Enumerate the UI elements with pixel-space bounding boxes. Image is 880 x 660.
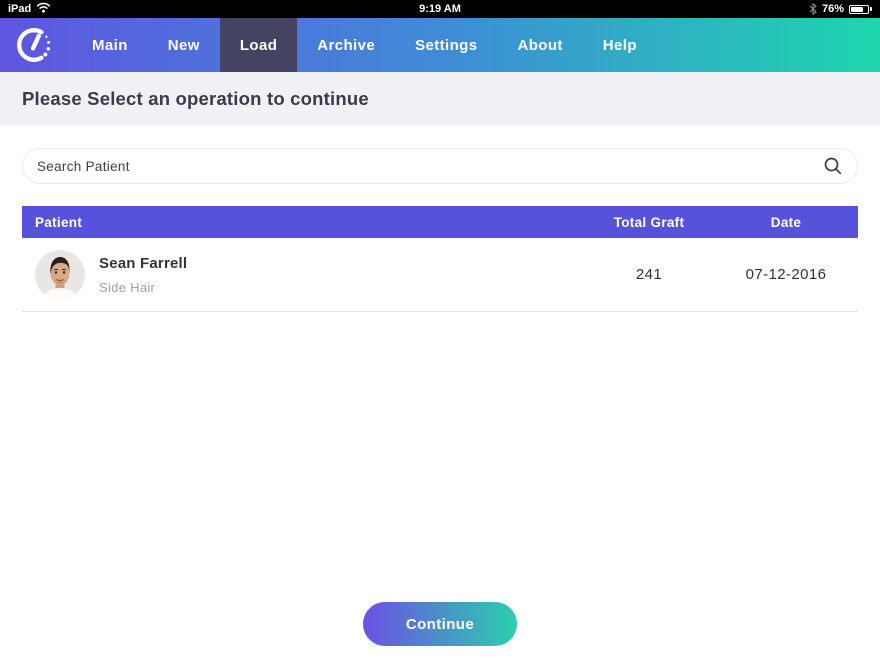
page-title: Please Select an operation to continue [22, 88, 369, 110]
nav-item-main[interactable]: Main [72, 18, 148, 72]
continue-button[interactable]: Continue [363, 602, 517, 646]
patient-text: Sean Farrell Side Hair [99, 255, 187, 295]
nav-item-new-label: New [168, 37, 200, 54]
nav-item-load[interactable]: Load [220, 18, 297, 72]
search-icon[interactable] [823, 156, 843, 176]
status-bar: iPad 9:19 AM 76% [0, 0, 880, 18]
patient-total-graft: 241 [584, 266, 714, 283]
nav-item-about[interactable]: About [497, 18, 582, 72]
patient-table: Patient Total Graft Date [22, 206, 858, 312]
search-input[interactable] [37, 159, 823, 174]
column-header-total-graft: Total Graft [584, 215, 714, 230]
nav-item-archive[interactable]: Archive [297, 18, 395, 72]
patient-avatar [35, 250, 85, 300]
patient-date: 07-12-2016 [714, 266, 858, 283]
heading-band: Please Select an operation to continue [0, 72, 880, 126]
patient-table-header: Patient Total Graft Date [22, 206, 858, 238]
nav-item-load-label: Load [240, 37, 277, 54]
nav-item-about-label: About [517, 37, 562, 54]
app-logo-timer-icon [12, 23, 56, 67]
nav-item-archive-label: Archive [317, 37, 375, 54]
status-time: 9:19 AM [0, 3, 880, 15]
search-bar [22, 148, 858, 184]
content-area: Patient Total Graft Date [0, 126, 880, 312]
column-header-patient: Patient [22, 215, 584, 230]
nav-item-settings-label: Settings [415, 37, 477, 54]
nav-item-main-label: Main [92, 37, 128, 54]
nav-item-new[interactable]: New [148, 18, 220, 72]
nav-item-settings[interactable]: Settings [395, 18, 497, 72]
nav-item-help[interactable]: Help [583, 18, 657, 72]
app-screen: iPad 9:19 AM 76% [0, 0, 880, 660]
patient-procedure: Side Hair [99, 280, 187, 295]
column-header-date: Date [714, 215, 858, 230]
patient-name: Sean Farrell [99, 255, 187, 272]
patient-row[interactable]: Sean Farrell Side Hair 241 07-12-2016 [22, 238, 858, 312]
nav-item-help-label: Help [603, 37, 637, 54]
navbar: Main New Load Archive Settings About Hel… [0, 18, 880, 72]
patient-cell: Sean Farrell Side Hair [22, 250, 584, 300]
